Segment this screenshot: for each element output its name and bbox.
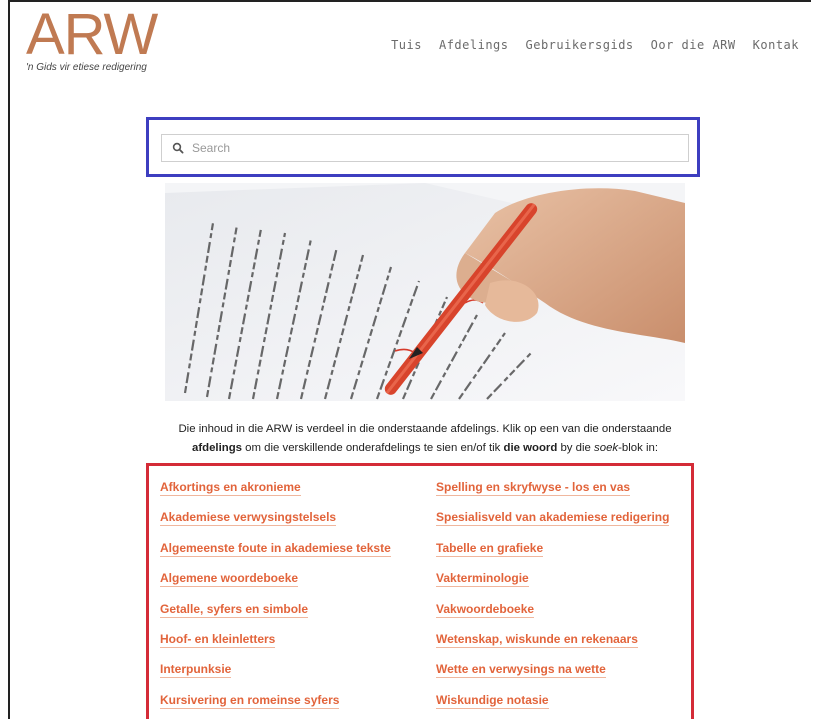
section-link-label: Wette en verwysings na wette — [436, 662, 606, 679]
search-input[interactable] — [190, 140, 674, 156]
nav-kontak[interactable]: Kontak — [753, 38, 799, 52]
logo-text: ARW — [26, 2, 158, 67]
section-link[interactable]: Spesialisveld van akademiese redigering — [436, 510, 670, 540]
search-highlight-box — [146, 117, 700, 177]
section-link-label: Spesialisveld van akademiese redigering — [436, 510, 670, 527]
section-link[interactable]: Vakterminologie — [436, 571, 669, 601]
search-icon — [172, 142, 184, 154]
section-link[interactable]: Akademiese verwysingstelsels — [160, 510, 391, 540]
section-link-label: Akademiese verwysingstelsels — [160, 510, 337, 527]
section-link[interactable]: Getalle, syfers en simbole — [160, 601, 391, 632]
section-link[interactable]: Interpunksie — [160, 662, 391, 692]
hero-image — [165, 183, 685, 401]
section-link-label: Wetenskap, wiskunde en rekenaars — [436, 631, 638, 648]
intro-bold-afdelings: afdelings — [191, 442, 242, 454]
nav-afdelings[interactable]: Afdelings — [439, 38, 509, 52]
logo-tagline: 'n Gids vir etiese redigering — [26, 62, 147, 73]
sections-highlight-box: Afkortings en akronieme Akademiese verwy… — [146, 463, 694, 719]
section-link[interactable]: Hoof- en kleinletters — [160, 631, 391, 662]
section-link-label: Getalle, syfers en simbole — [160, 601, 309, 618]
section-link-label: Algemene woordeboeke — [160, 571, 299, 588]
section-link-label: Vakwoordeboeke — [436, 601, 535, 618]
section-link-label: Afkortings en akronieme — [160, 480, 301, 496]
section-link[interactable]: Wiskundige notasie — [436, 692, 669, 723]
nav-oor-die-arw[interactable]: Oor die ARW — [651, 38, 736, 52]
section-link-label: Wiskundige notasie — [436, 692, 549, 709]
section-link-label: Spelling en skryfwyse - los en vas — [436, 480, 631, 496]
intro-line-1: Die inhoud in die ARW is verdeel in die … — [178, 423, 672, 435]
section-link-label: Kursivering en romeinse syfers — [160, 692, 340, 709]
intro-text-part: om die verskillende onderafdelings te si… — [242, 442, 504, 454]
section-link-label: Vakterminologie — [436, 571, 529, 588]
intro-bold-die-woord: die woord — [503, 442, 558, 454]
intro-text-part: by die — [557, 442, 595, 454]
section-link[interactable]: Wetenskap, wiskunde en rekenaars — [436, 631, 669, 662]
section-link-label: Hoof- en kleinletters — [160, 631, 276, 648]
nav-gebruikersgids[interactable]: Gebruikersgids — [526, 38, 634, 52]
sections-left-column: Afkortings en akronieme Akademiese verwy… — [160, 480, 391, 723]
section-link-label: Interpunksie — [160, 662, 232, 679]
intro-text: Die inhoud in die ARW is verdeel in die … — [150, 420, 700, 458]
section-link[interactable]: Kursivering en romeinse syfers — [160, 692, 391, 723]
section-link[interactable]: Afkortings en akronieme — [160, 480, 391, 510]
sections-right-column: Spelling en skryfwyse - los en vas Spesi… — [436, 480, 670, 723]
search-box[interactable] — [161, 134, 689, 162]
section-link[interactable]: Algemeenste foute in akademiese tekste — [160, 540, 391, 571]
intro-italic-soek: soek — [594, 442, 619, 454]
section-link-label: Algemeenste foute in akademiese tekste — [160, 540, 391, 557]
section-link[interactable]: Spelling en skryfwyse - los en vas — [436, 480, 669, 510]
section-link[interactable]: Vakwoordeboeke — [436, 601, 669, 632]
section-link[interactable]: Wette en verwysings na wette — [436, 662, 669, 692]
main-nav: Tuis Afdelings Gebruikersgids Oor die AR… — [391, 38, 799, 52]
nav-tuis[interactable]: Tuis — [391, 38, 422, 52]
section-link[interactable]: Algemene woordeboeke — [160, 571, 391, 601]
intro-text-part: -blok in: — [618, 442, 658, 454]
section-link-label: Tabelle en grafieke — [436, 540, 544, 557]
site-logo[interactable]: ARW 'n Gids vir etiese redigering — [26, 2, 158, 74]
intro-line-2: afdelings om die verskillende onderafdel… — [150, 439, 700, 458]
section-link[interactable]: Tabelle en grafieke — [436, 540, 669, 571]
